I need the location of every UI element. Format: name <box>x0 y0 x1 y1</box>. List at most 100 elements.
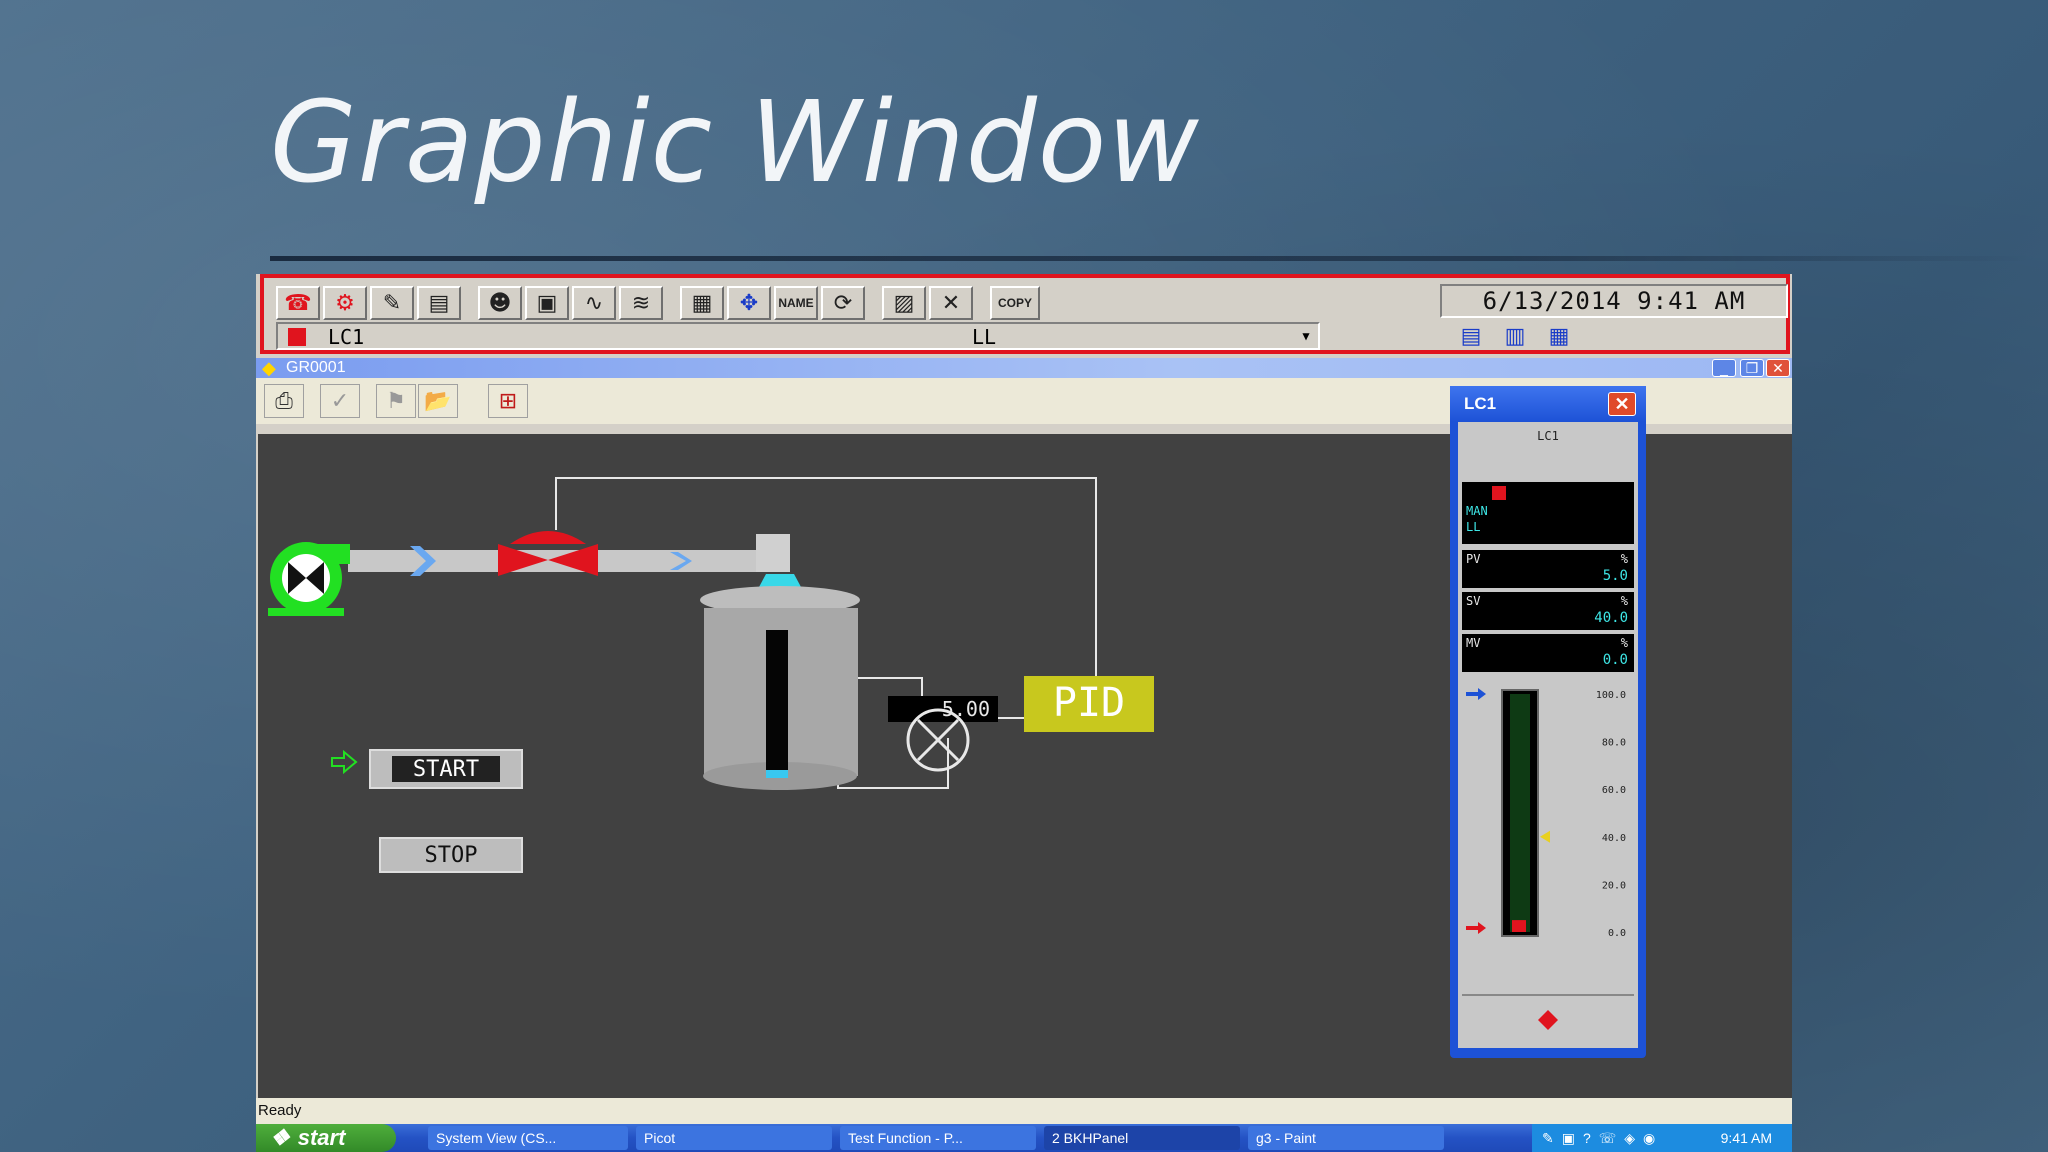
sv-value: 40.0 <box>1594 610 1628 626</box>
window-control-icons: ▤ ▥ ▦ <box>1454 322 1576 350</box>
chevron-down-icon[interactable]: ▼ <box>1296 326 1316 346</box>
taskbar: ❖ start System View (CS... Picot Test Fu… <box>256 1124 1792 1152</box>
trend-icon[interactable]: ∿ <box>572 286 616 320</box>
faceplate-alarm: LL <box>1466 520 1481 534</box>
pv-panel[interactable]: PV % 5.0 <box>1462 550 1634 588</box>
task-test-function[interactable]: Test Function - P... <box>840 1126 1036 1150</box>
alarm-indicator <box>1492 486 1506 500</box>
faceplate-body: LC1 MAN LL PV % 5.0 SV % 40.0 MV % 0.0 1… <box>1458 422 1638 1048</box>
status-bar: Ready <box>256 1098 1792 1124</box>
pv-value: 5.0 <box>1602 568 1628 584</box>
tag-alarm-status: LL <box>972 325 997 349</box>
system-tray: ✎▣?☏◈◉ 9:41 AM <box>1532 1124 1792 1152</box>
clear-screen-icon[interactable]: ▨ <box>882 286 926 320</box>
overview-icon[interactable]: ▦ <box>680 286 724 320</box>
flag-icon[interactable]: ⚑ <box>376 384 416 418</box>
task-bkhpanel[interactable]: 2 BKHPanel <box>1044 1126 1240 1150</box>
sv-label: SV <box>1466 594 1481 608</box>
system-alarm-icon[interactable]: ⚙ <box>323 286 367 320</box>
mv-diamond-icon[interactable] <box>1538 1010 1558 1030</box>
sv-unit: % <box>1620 594 1628 608</box>
pid-label: PID <box>1053 680 1125 726</box>
slide-title: Graphic Window <box>270 78 1200 208</box>
scale-tick-label: 20.0 <box>1602 880 1626 891</box>
tank-level-gauge <box>766 630 788 778</box>
sv-panel[interactable]: SV % 40.0 <box>1462 592 1634 630</box>
mv-value: 0.0 <box>1602 652 1628 668</box>
navigator-icon[interactable]: ✥ <box>727 286 771 320</box>
footer-svg <box>1538 1010 1558 1030</box>
name-input-button[interactable]: NAME <box>774 286 818 320</box>
sv-marker-icon[interactable] <box>1540 830 1550 843</box>
tag-name: LC1 <box>328 325 365 349</box>
faceplate-bargraph: 100.0 80.0 60.0 40.0 20.0 0.0 <box>1462 682 1634 992</box>
system-toolbar: ☎ ⚙ ✎ ▤ ☻ ▣ ∿ ≋ ▦ ✥ NAME ⟳ ▨ ✕ COPY 6/13… <box>260 274 1790 354</box>
pv-label: PV <box>1466 552 1481 566</box>
stop-label: STOP <box>425 843 478 868</box>
datetime-display: 6/13/2014 9:41 AM <box>1440 284 1788 318</box>
minimize-button[interactable]: _ <box>1712 359 1736 377</box>
alarm-status-square <box>288 328 306 346</box>
process-alarm-icon[interactable]: ☎ <box>276 286 320 320</box>
windows-logo-icon: ❖ <box>270 1125 290 1150</box>
faceplate-window: LC1 ✕ LC1 MAN LL PV % 5.0 SV % 40.0 MV %… <box>1450 386 1646 1058</box>
faceplate-close-button[interactable]: ✕ <box>1608 392 1636 416</box>
pv-unit: % <box>1620 552 1628 566</box>
faceplate-footer <box>1462 994 1634 1046</box>
scale-tick-label: 100.0 <box>1596 690 1626 701</box>
system-toolbar-icons: ☎ ⚙ ✎ ▤ ☻ ▣ ∿ ≋ ▦ ✥ NAME ⟳ ▨ ✕ COPY <box>276 286 1043 320</box>
mv-label: MV <box>1466 636 1481 650</box>
title-underline <box>270 256 2030 261</box>
bargraph-scale-bg <box>1510 694 1530 932</box>
scale-tick-label: 0.0 <box>1608 928 1626 939</box>
valve-actuator-icon <box>510 531 586 544</box>
window-titlebar: ◆ GR0001 _ ❐ ✕ <box>256 358 1792 378</box>
pv-bar <box>1512 920 1526 932</box>
faceplate-mode: MAN <box>1466 504 1488 518</box>
window-arrange-icon[interactable]: ▤ <box>1454 322 1488 350</box>
scale-tick-label: 80.0 <box>1602 738 1626 749</box>
mv-panel[interactable]: MV % 0.0 <box>1462 634 1634 672</box>
level-value: 5.00 <box>942 697 990 721</box>
tag-selector[interactable]: LC1 LL ▼ <box>276 322 1320 350</box>
window-layout-icon[interactable]: ▦ <box>1542 322 1576 350</box>
task-paint[interactable]: g3 - Paint <box>1248 1126 1444 1150</box>
window-app-icon: ◆ <box>262 358 276 378</box>
check-icon[interactable]: ✓ <box>320 384 360 418</box>
start-label: start <box>297 1125 346 1150</box>
faceplate-title: LC1 <box>1464 394 1497 413</box>
arrow-right-icon <box>331 749 358 775</box>
print-icon[interactable]: ⎙ <box>264 384 304 418</box>
start-label: START <box>413 757 479 782</box>
bargraph-svg: 100.0 80.0 60.0 40.0 20.0 0.0 <box>1466 688 1626 939</box>
restore-button[interactable]: ❐ <box>1740 359 1764 377</box>
tank-level-fill <box>766 770 788 778</box>
graphic-window-icon[interactable]: ▣ <box>525 286 569 320</box>
tray-icons: ✎▣?☏◈◉ <box>1542 1130 1664 1146</box>
add-window-icon[interactable]: ⊞ <box>488 384 528 418</box>
task-system-view[interactable]: System View (CS... <box>428 1126 628 1150</box>
user-in-icon[interactable]: ☻ <box>478 286 522 320</box>
faceplate-titlebar: LC1 ✕ <box>1450 386 1646 422</box>
buzzer-off-icon[interactable]: ✕ <box>929 286 973 320</box>
window-title: GR0001 <box>286 359 346 376</box>
low-limit-arrow-icon <box>1466 922 1486 934</box>
tray-clock: 9:41 AM <box>1720 1130 1772 1146</box>
scale-tick-label: 60.0 <box>1602 785 1626 796</box>
folder-open-icon[interactable]: 📂 <box>418 384 458 418</box>
start-button[interactable]: ❖ start <box>256 1124 396 1152</box>
faceplate-mode-panel: MAN LL <box>1462 482 1634 544</box>
high-limit-arrow-icon <box>1466 688 1486 700</box>
window-call-icon[interactable]: ▥ <box>1498 322 1532 350</box>
copy-button[interactable]: COPY <box>990 286 1040 320</box>
message-monitor-icon[interactable]: ▤ <box>417 286 461 320</box>
circulate-icon[interactable]: ⟳ <box>821 286 865 320</box>
scale-tick-label: 40.0 <box>1602 833 1626 844</box>
pipe-elbow <box>756 534 790 572</box>
task-picot[interactable]: Picot <box>636 1126 832 1150</box>
tuning-icon[interactable]: ≋ <box>619 286 663 320</box>
mv-unit: % <box>1620 636 1628 650</box>
close-button[interactable]: ✕ <box>1766 359 1790 377</box>
faceplate-tag: LC1 <box>1537 429 1559 443</box>
operator-guide-icon[interactable]: ✎ <box>370 286 414 320</box>
